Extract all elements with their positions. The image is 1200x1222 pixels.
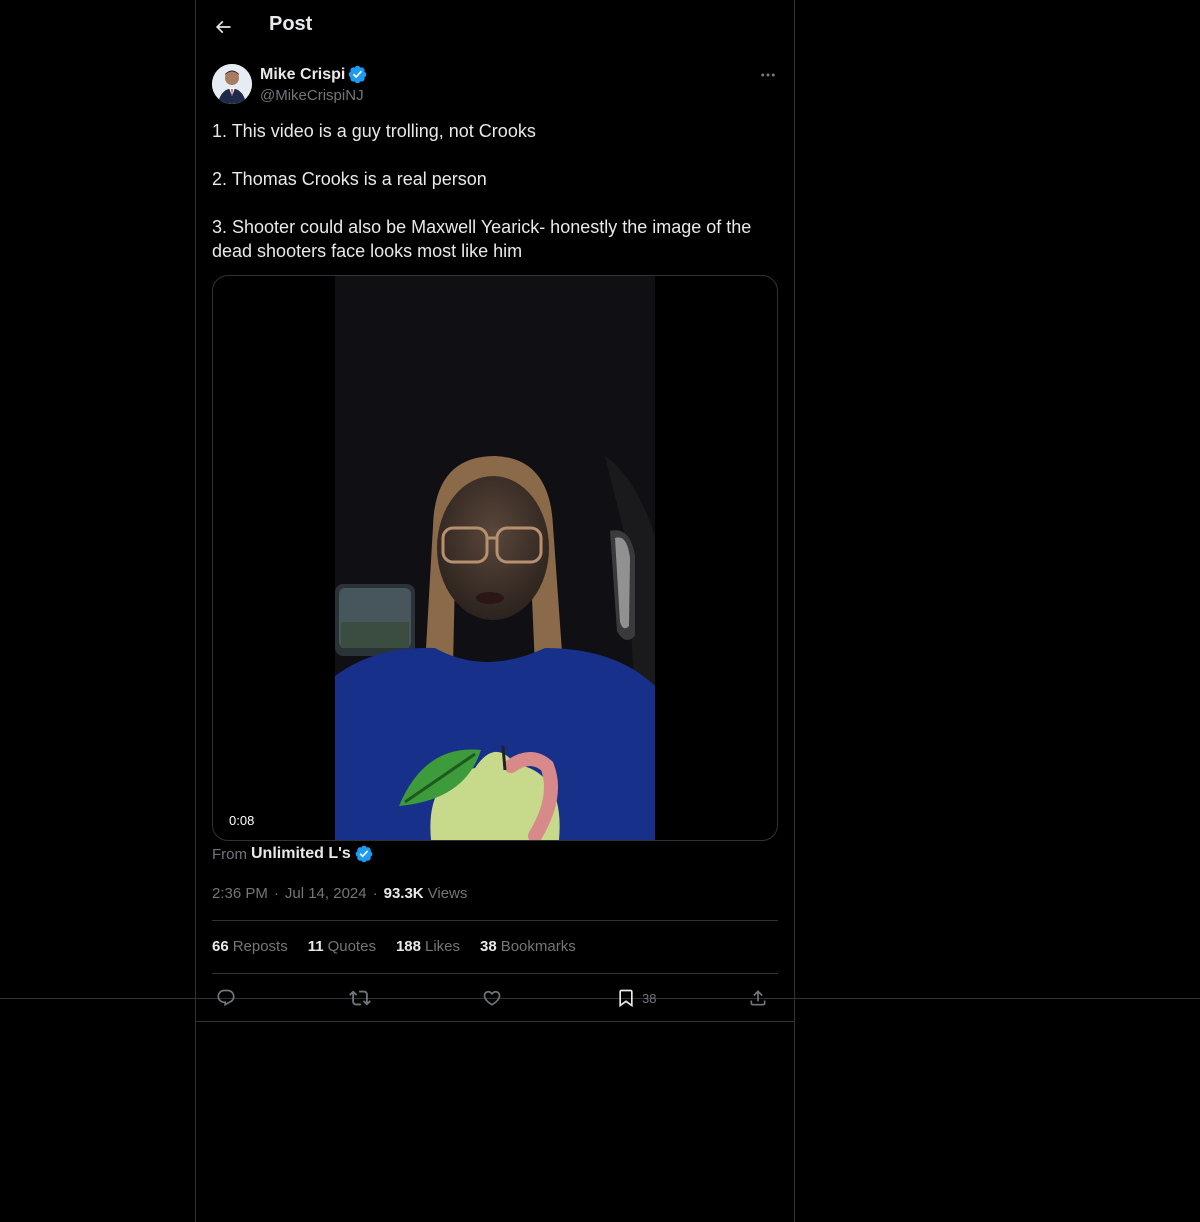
repost-icon <box>349 990 371 1006</box>
author-handle[interactable]: @MikeCrispiNJ <box>260 87 364 104</box>
stat-count: 38 <box>480 938 497 955</box>
post-date[interactable]: Jul 14, 2024 <box>285 885 367 902</box>
back-button[interactable] <box>206 10 240 44</box>
page-title: Post <box>269 13 313 35</box>
avatar[interactable] <box>212 64 252 104</box>
share-icon <box>750 990 766 1006</box>
author-name-row[interactable]: Mike Crispi <box>260 65 367 84</box>
reply-icon <box>217 989 235 1007</box>
engagement-stats: 66 Reposts 11 Quotes 188 Likes 38 Bookmarks <box>212 938 576 955</box>
video-player[interactable]: 0:08 <box>212 275 778 841</box>
video-still <box>335 276 655 840</box>
avatar-image <box>212 64 252 104</box>
bookmark-count: 38 <box>642 990 657 1006</box>
stat-quotes[interactable]: 11 Quotes <box>308 938 376 955</box>
author-name[interactable]: Mike Crispi <box>260 66 345 84</box>
meta-separator: · <box>372 885 378 902</box>
tweet-text: 1. This video is a guy trolling, not Cro… <box>212 119 778 263</box>
post-time[interactable]: 2:36 PM <box>212 885 268 902</box>
share-button[interactable] <box>748 985 768 1011</box>
views-label: Views <box>427 885 468 902</box>
tweet-line: 2. Thomas Crooks is a real person <box>212 169 487 189</box>
repost-button[interactable] <box>349 985 371 1011</box>
video-frame <box>335 276 655 840</box>
stat-bookmarks[interactable]: 38 Bookmarks <box>480 938 576 955</box>
tweet-line: 1. This video is a guy trolling, not Cro… <box>212 121 536 141</box>
stat-count: 11 <box>307 938 324 955</box>
heart-icon <box>483 990 501 1006</box>
bookmark-icon <box>619 989 633 1008</box>
page-header: Post <box>196 0 794 53</box>
video-duration: 0:08 <box>221 811 263 830</box>
stat-count: 188 <box>395 938 421 955</box>
source-prefix: From <box>212 845 247 863</box>
post-meta: 2:36 PM · Jul 14, 2024 · 93.3K Views <box>212 885 467 902</box>
more-options-button[interactable] <box>756 64 780 86</box>
stat-likes[interactable]: 188 Likes <box>396 938 460 955</box>
source-name[interactable]: Unlimited L's <box>251 845 351 863</box>
stat-label: Likes <box>424 938 461 955</box>
reply-button[interactable] <box>216 985 236 1011</box>
stat-count: 66 <box>212 938 229 955</box>
divider <box>196 1021 794 1022</box>
more-icon <box>761 73 775 77</box>
views-count: 93.3K <box>383 885 424 902</box>
meta-separator: · <box>273 885 279 902</box>
divider <box>212 920 778 921</box>
stat-label: Reposts <box>232 938 288 955</box>
stat-label: Quotes <box>327 938 376 955</box>
like-button[interactable] <box>482 985 502 1011</box>
source-attribution: From Unlimited L's <box>212 845 373 863</box>
verified-badge-icon <box>349 65 367 84</box>
tweet-line: 3. Shooter could also be Maxwell Yearick… <box>212 217 752 261</box>
post-column: Post Mike Crispi @MikeCrispiNJ 1. This v… <box>195 0 795 1222</box>
divider <box>212 973 778 974</box>
stat-reposts[interactable]: 66 Reposts <box>212 938 288 955</box>
bookmark-button[interactable]: 38 <box>616 985 656 1011</box>
action-bar: 38 <box>212 985 778 1011</box>
stat-label: Bookmarks <box>500 938 576 955</box>
verified-badge-icon <box>355 845 373 863</box>
back-arrow-icon <box>215 20 231 34</box>
